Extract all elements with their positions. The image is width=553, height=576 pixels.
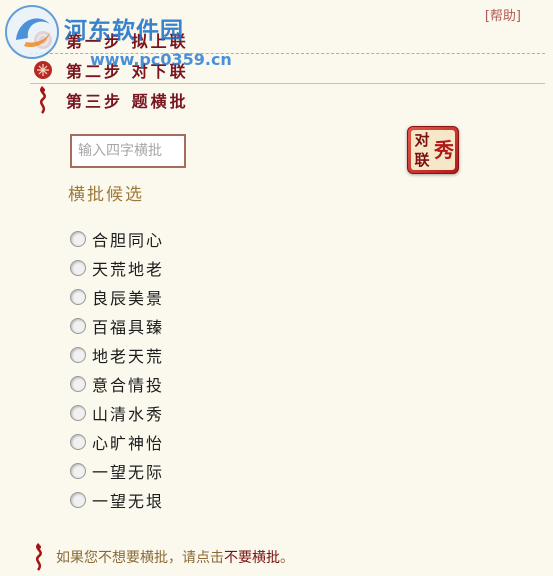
radio-button[interactable] — [70, 317, 86, 334]
candidate-item[interactable]: 一望无垠 — [70, 485, 164, 514]
step-2-row[interactable]: 第二步 对下联 — [30, 56, 545, 84]
logo-char: 秀 — [434, 138, 454, 162]
step-1-row[interactable]: 第一步 拟上联 — [30, 26, 545, 54]
candidate-item[interactable]: 地老天荒 — [70, 340, 164, 369]
candidate-item[interactable]: 意合情投 — [70, 369, 164, 398]
candidate-text: 合胆同心 — [92, 230, 165, 250]
candidate-text: 百福具臻 — [92, 317, 165, 337]
radio-button[interactable] — [70, 346, 86, 363]
help-link[interactable]: [帮助] — [485, 5, 521, 24]
candidate-item[interactable]: 百福具臻 — [70, 311, 164, 340]
radio-button[interactable] — [70, 288, 86, 305]
radio-button[interactable] — [70, 230, 86, 247]
candidate-list: 合胆同心 天荒地老 良辰美景 百福具臻 地老天荒 意合情投 山清水秀 心旷神怡 … — [70, 224, 164, 514]
candidate-item[interactable]: 心旷神怡 — [70, 427, 164, 456]
duilian-logo-button[interactable]: 对 秀 联 — [407, 126, 459, 174]
step-2-label: 第二步 对下联 — [66, 61, 189, 81]
step-1-label: 第一步 拟上联 — [66, 31, 189, 51]
tassel-icon — [30, 543, 48, 571]
radio-button[interactable] — [70, 491, 86, 508]
step-3-row[interactable]: 第三步 题横批 — [30, 86, 545, 114]
candidate-text: 一望无际 — [92, 462, 165, 482]
candidate-text: 天荒地老 — [92, 259, 165, 279]
step-knot-icon — [30, 57, 56, 83]
radio-button[interactable] — [70, 462, 86, 479]
no-hengpi-link[interactable]: 不要横批 — [224, 547, 280, 567]
radio-button[interactable] — [70, 375, 86, 392]
footer-end: 。 — [280, 550, 294, 566]
candidate-item[interactable]: 一望无际 — [70, 456, 164, 485]
step-tassel-icon — [30, 86, 56, 114]
candidate-item[interactable]: 山清水秀 — [70, 398, 164, 427]
candidate-text: 山清水秀 — [92, 404, 165, 424]
logo-char: 对 — [414, 131, 430, 149]
candidate-text: 地老天荒 — [92, 346, 165, 366]
candidate-item[interactable]: 合胆同心 — [70, 224, 164, 253]
radio-button[interactable] — [70, 404, 86, 421]
footer-text: 如果您不想要横批，请点击 — [56, 550, 224, 566]
step-knot-icon — [30, 27, 56, 53]
candidate-text: 心旷神怡 — [92, 433, 165, 453]
candidate-text: 良辰美景 — [92, 288, 165, 308]
step-3-label: 第三步 题横批 — [66, 92, 189, 111]
logo-char: 联 — [414, 151, 430, 169]
hengpi-input[interactable] — [70, 134, 186, 168]
candidate-text: 意合情投 — [92, 375, 165, 395]
candidate-text: 一望无垠 — [92, 491, 165, 511]
radio-button[interactable] — [70, 433, 86, 450]
candidate-item[interactable]: 天荒地老 — [70, 253, 164, 282]
candidates-title: 横批候选 — [68, 185, 144, 205]
candidate-item[interactable]: 良辰美景 — [70, 282, 164, 311]
footer-note: 如果您不想要横批，请点击 不要横批 。 — [30, 542, 294, 572]
radio-button[interactable] — [70, 259, 86, 276]
